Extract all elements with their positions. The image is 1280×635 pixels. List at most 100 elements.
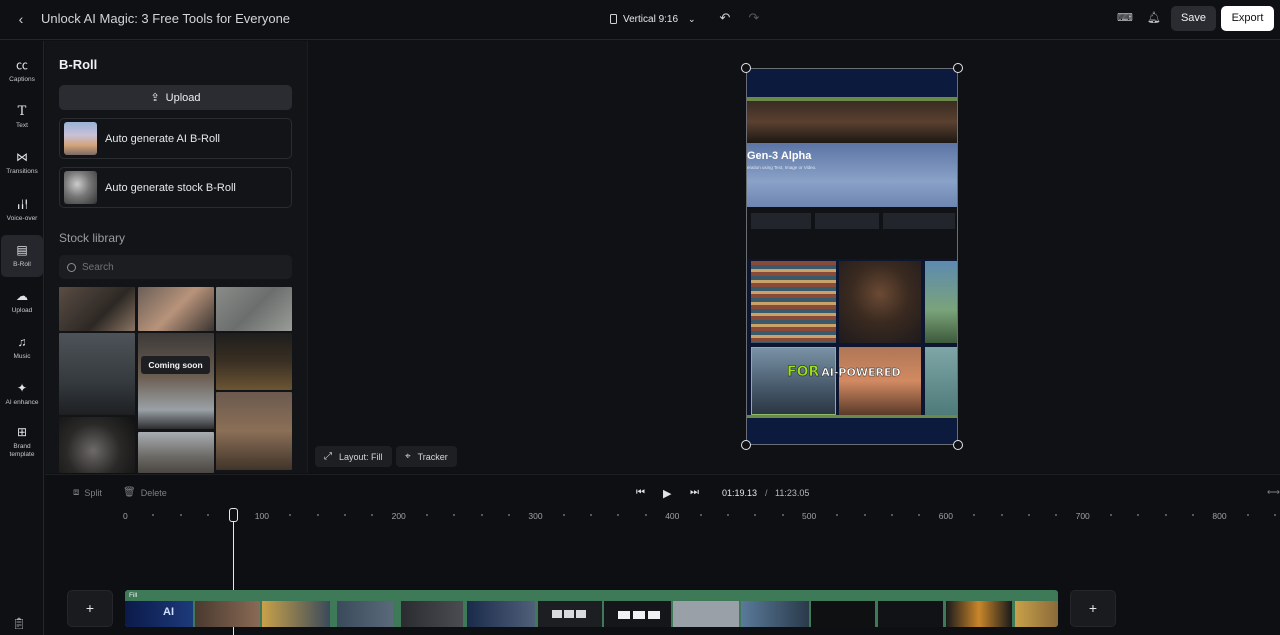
undo-icon[interactable]: ↶ bbox=[718, 11, 732, 25]
current-time: 01:19.13 bbox=[722, 488, 758, 498]
clip-thumbnail bbox=[538, 601, 602, 627]
cloud-upload-icon: ☁ bbox=[16, 288, 28, 303]
expand-icon: ⤢ bbox=[324, 451, 332, 462]
split-button[interactable]: ⧈ Split bbox=[73, 487, 102, 498]
ruler-tick-label: 200 bbox=[391, 511, 406, 521]
split-icon: ⧈ bbox=[73, 487, 80, 498]
stock-video-thumbnail[interactable] bbox=[138, 333, 214, 429]
stock-video-thumbnail[interactable] bbox=[216, 392, 292, 470]
rail-item-captions[interactable]: ㏄ Captions bbox=[1, 50, 43, 92]
back-arrow-icon[interactable]: ‹ bbox=[12, 10, 30, 28]
split-label: Split bbox=[84, 487, 102, 498]
layout-fill-button[interactable]: ⤢ Layout: Fill bbox=[315, 446, 392, 467]
delete-button[interactable]: 🗑︎ Delete bbox=[123, 487, 167, 498]
canvas-thumb bbox=[925, 347, 957, 415]
caption-overlay[interactable]: FOR AI-POWERED bbox=[787, 364, 901, 381]
rail-item-voice-over[interactable]: ╻╽╿ Voice-over bbox=[1, 189, 43, 231]
save-button[interactable]: Save bbox=[1171, 6, 1216, 31]
trash-icon: 🗑︎ bbox=[123, 487, 136, 498]
rail-item-broll[interactable]: ▤ B-Roll bbox=[1, 235, 43, 277]
stock-video-thumbnail[interactable] bbox=[216, 333, 292, 390]
video-track[interactable]: Fill AI bbox=[125, 590, 1058, 627]
playhead-handle[interactable] bbox=[229, 508, 238, 522]
waveform-icon: ╻╽╿ bbox=[16, 199, 28, 209]
rail-item-transitions[interactable]: ⋈ Transitions bbox=[1, 142, 43, 184]
fit-timeline-icon[interactable]: ⟷ bbox=[1267, 487, 1280, 498]
rail-label: B-Roll bbox=[13, 260, 31, 268]
ruler-tick bbox=[425, 514, 428, 516]
rail-label: Voice-over bbox=[6, 214, 38, 222]
ruler-tick bbox=[863, 514, 866, 516]
video-canvas[interactable]: Gen-3 Alpha eration using Text, Image or… bbox=[746, 68, 958, 445]
ruler-tick-label: 500 bbox=[802, 511, 817, 521]
auto-generate-stock-broll-button[interactable]: Auto generate stock B-Roll bbox=[59, 167, 292, 208]
auto-ai-label: Auto generate AI B-Roll bbox=[105, 132, 220, 145]
rail-item-music[interactable]: ♫ Music bbox=[1, 327, 43, 369]
aspect-ratio-dropdown[interactable]: Vertical 9:16 ⌄ bbox=[610, 9, 696, 29]
caption-highlight-word: FOR bbox=[787, 364, 820, 381]
rail-item-upload[interactable]: ☁ Upload bbox=[1, 281, 43, 323]
resize-handle-top-left[interactable] bbox=[741, 63, 751, 73]
stock-video-thumbnail[interactable] bbox=[59, 287, 135, 331]
stock-video-thumbnail[interactable] bbox=[59, 417, 135, 473]
search-icon bbox=[67, 262, 76, 272]
ruler-tick-label: 300 bbox=[528, 511, 543, 521]
stock-video-thumbnail[interactable] bbox=[216, 287, 292, 331]
rail-item-brand-template[interactable]: ⊞ Brand template bbox=[1, 419, 43, 465]
ruler-tick-label: 100 bbox=[254, 511, 269, 521]
skip-forward-icon[interactable]: ⏭︎ bbox=[690, 487, 699, 498]
ai-broll-thumbnail bbox=[64, 122, 97, 155]
stock-video-thumbnail[interactable] bbox=[138, 432, 214, 473]
cc-icon: ㏄ bbox=[15, 57, 28, 72]
redo-icon: ↷ bbox=[748, 10, 760, 25]
tool-rail: ㏄ Captions T Text ⋈ Transitions ╻╽╿ Voic… bbox=[0, 41, 44, 635]
stock-video-thumbnail[interactable] bbox=[59, 333, 135, 415]
project-title[interactable]: Unlock AI Magic: 3 Free Tools for Everyo… bbox=[41, 11, 290, 26]
total-time: 11:23.05 bbox=[775, 488, 810, 498]
sparkle-icon: ✦ bbox=[16, 380, 28, 395]
broll-panel: B-Roll ⇪ Upload Auto generate AI B-Roll … bbox=[45, 41, 308, 473]
rail-item-text[interactable]: T Text bbox=[1, 96, 43, 138]
rail-item-ai-enhance[interactable]: ✦ AI enhance bbox=[1, 373, 43, 415]
clipboard-icon[interactable]: 📋︎ bbox=[12, 617, 26, 633]
auto-generate-ai-broll-button[interactable]: Auto generate AI B-Roll bbox=[59, 118, 292, 159]
search-input[interactable] bbox=[82, 261, 272, 273]
auto-stock-label: Auto generate stock B-Roll bbox=[105, 181, 236, 194]
ruler-tick bbox=[1027, 514, 1030, 516]
music-icon: ♫ bbox=[17, 334, 27, 349]
keyboard-icon[interactable]: ⌨ bbox=[1117, 11, 1133, 25]
tracker-label: Tracker bbox=[417, 451, 448, 462]
resize-handle-bottom-right[interactable] bbox=[953, 440, 963, 450]
upload-label: Upload bbox=[165, 91, 201, 104]
ruler-tick bbox=[1000, 514, 1003, 516]
stock-video-thumbnail[interactable] bbox=[138, 287, 214, 331]
notification-bell-icon[interactable]: 🔔︎ bbox=[1147, 11, 1161, 25]
clip-thumbnail bbox=[195, 601, 260, 627]
canvas-subheading: eration using Text, Image or Video. bbox=[747, 165, 817, 170]
upload-button[interactable]: ⇪ Upload bbox=[59, 85, 292, 110]
add-clip-before-button[interactable]: + bbox=[67, 590, 113, 627]
canvas-thumb bbox=[839, 347, 921, 415]
skip-back-icon[interactable]: ⏮︎ bbox=[636, 487, 645, 498]
time-separator: / bbox=[765, 488, 768, 498]
ruler-tick bbox=[179, 514, 182, 516]
ruler-tick bbox=[1246, 514, 1249, 516]
tracker-button[interactable]: ⌖ Tracker bbox=[396, 446, 457, 467]
clip-thumbnail bbox=[673, 601, 739, 627]
export-button[interactable]: Export bbox=[1221, 6, 1274, 31]
play-icon[interactable]: ▶ bbox=[663, 487, 671, 500]
canvas-thumb bbox=[839, 261, 921, 343]
canvas-bottom-band bbox=[747, 418, 957, 444]
grid-plus-icon: ⊞ bbox=[16, 424, 28, 439]
ruler-tick bbox=[699, 514, 702, 516]
rail-label: Upload bbox=[11, 306, 33, 314]
coming-soon-tooltip: Coming soon bbox=[141, 356, 210, 374]
clip-thumbnail bbox=[741, 601, 809, 627]
add-clip-after-button[interactable]: + bbox=[1070, 590, 1116, 627]
clip-thumbnail bbox=[1015, 601, 1058, 627]
ruler-tick bbox=[726, 514, 729, 516]
resize-handle-bottom-left[interactable] bbox=[741, 440, 751, 450]
clip-thumbnail bbox=[337, 601, 393, 627]
resize-handle-top-right[interactable] bbox=[953, 63, 963, 73]
stock-search-field[interactable] bbox=[59, 255, 292, 279]
